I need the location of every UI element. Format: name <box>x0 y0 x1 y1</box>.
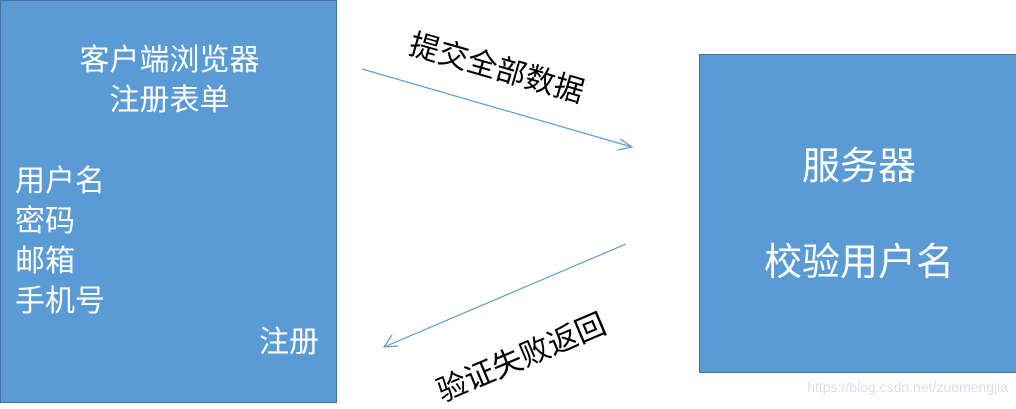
watermark: https://blog.csdn.net/zuomengjia <box>807 379 1008 395</box>
